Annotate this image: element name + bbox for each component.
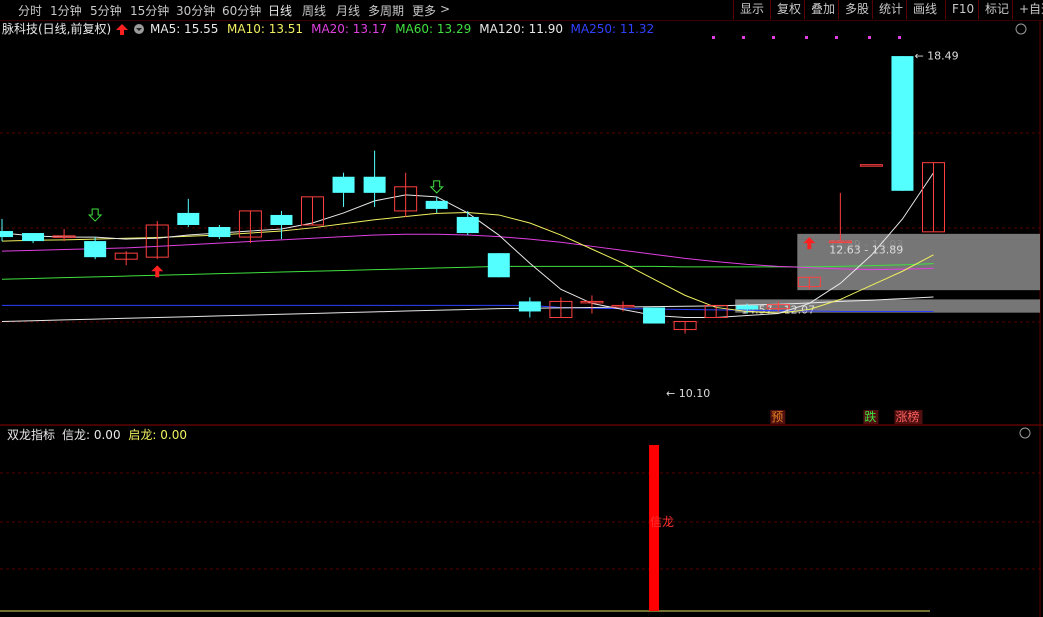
ma-legend-item: MA5: 15.55	[150, 22, 218, 36]
mark-button[interactable]: 标记	[978, 0, 1015, 19]
candle-body-down[interactable]	[518, 301, 541, 312]
candle-body-down[interactable]	[22, 233, 45, 242]
period-toolbar: 分时 1分钟 5分钟 15分钟 30分钟 60分钟 日线 周线 月线 多周期 更…	[0, 0, 1043, 21]
ma20-line	[1, 233, 934, 271]
top-marker	[805, 36, 808, 39]
indicator-settings-icon[interactable]	[1019, 427, 1031, 439]
ma-legend-item: MA250: 11.32	[571, 22, 655, 36]
top-marker	[712, 36, 715, 39]
period-tab[interactable]: 1分钟	[50, 2, 82, 19]
f10-button[interactable]: F10	[945, 0, 980, 19]
signal-label: 跌	[864, 409, 876, 424]
period-tab[interactable]: 周线	[302, 2, 326, 19]
period-tab[interactable]: 15分钟	[130, 2, 169, 19]
top-marker	[772, 36, 775, 39]
period-tab[interactable]: 月线	[336, 2, 360, 19]
zone-label: 12.63 - 13.89	[829, 243, 903, 256]
ma-legend-item: MA120: 11.90	[479, 22, 563, 36]
signal-label: 涨榜	[895, 409, 919, 424]
signal-label: 预	[771, 410, 783, 424]
stock-title: 脉科技(日线,前复权)	[2, 21, 111, 36]
main-legend: 脉科技(日线,前复权)	[2, 21, 111, 36]
ma-legend-item: MA60: 13.29	[395, 22, 471, 36]
period-tab[interactable]: 分时	[18, 2, 42, 19]
candle-body-up[interactable]	[859, 164, 883, 167]
add-watchlist-button[interactable]: +自选	[1012, 0, 1043, 19]
top-marker	[742, 36, 745, 39]
more-chevron-icon[interactable]: >	[440, 2, 450, 16]
settings-gear-icon[interactable]	[1015, 23, 1027, 35]
candle-body-down[interactable]	[208, 227, 231, 238]
period-tab[interactable]: 多周期	[368, 2, 404, 19]
ma-legend-item: MA10: 13.51	[227, 22, 303, 36]
period-tab[interactable]: 30分钟	[176, 2, 215, 19]
ma-legend-item: MA20: 13.17	[311, 22, 387, 36]
ma60-line	[1, 263, 934, 280]
candle-body-down[interactable]	[177, 212, 200, 225]
candle-body-down[interactable]	[270, 214, 293, 225]
indicator-panel[interactable]: 信龙 双龙指标 信龙: 0.00 启龙: 0.00	[0, 427, 1031, 612]
price-annotation: ← 18.49	[914, 49, 958, 62]
stats-button[interactable]: 统计	[872, 0, 909, 19]
more-menu[interactable]: 更多	[412, 2, 436, 19]
display-button[interactable]: 显示	[733, 0, 770, 19]
ma-lines	[1, 172, 934, 323]
grid-lines	[0, 20, 1043, 617]
indicator-name: 双龙指标	[7, 427, 55, 442]
candle-body-down[interactable]	[0, 231, 13, 238]
candles[interactable]	[0, 56, 945, 334]
candle-body-down[interactable]	[456, 216, 479, 234]
candle-body-down[interactable]	[891, 56, 914, 191]
period-tab-daily[interactable]: 日线	[268, 2, 292, 19]
candle-body-down[interactable]	[425, 200, 448, 209]
candle-body-down[interactable]	[332, 176, 355, 193]
indicator-legend-item: 启龙: 0.00	[128, 428, 187, 442]
candle-body-down[interactable]	[84, 241, 107, 258]
overlay-button[interactable]: 叠加	[804, 0, 841, 19]
ma5-line	[1, 172, 934, 318]
sell-arrow-icon	[87, 208, 103, 222]
adjust-button[interactable]: 复权	[770, 0, 807, 19]
indicator-legend-item: 信龙: 0.00	[62, 428, 121, 442]
price-annotation: ← 10.10	[666, 387, 710, 400]
candle-body-down[interactable]	[643, 307, 666, 324]
signals: ← 18.49 ← 10.10 预 跌 涨榜 脉科技(日线,前复权) MA5: 15.55…	[2, 21, 1027, 424]
top-marker	[898, 36, 901, 39]
sell-arrow-icon	[429, 180, 444, 194]
indicator-bar-label: 信龙	[650, 515, 674, 529]
stock-chart[interactable]: 13.89 - 14.0312.63 - 13.8914.57 - 12.07 …	[0, 0, 1043, 617]
candle-body-down[interactable]	[736, 305, 759, 310]
top-marker	[868, 36, 871, 39]
draw-button[interactable]: 画线	[906, 0, 943, 19]
candle-body-down[interactable]	[487, 253, 510, 278]
candle-body-down[interactable]	[363, 176, 386, 193]
period-tab[interactable]: 60分钟	[222, 2, 261, 19]
up-arrow-icon	[116, 24, 128, 35]
multi-stock-button[interactable]: 多股	[838, 0, 875, 19]
top-marker	[835, 36, 838, 39]
period-tab[interactable]: 5分钟	[90, 2, 122, 19]
